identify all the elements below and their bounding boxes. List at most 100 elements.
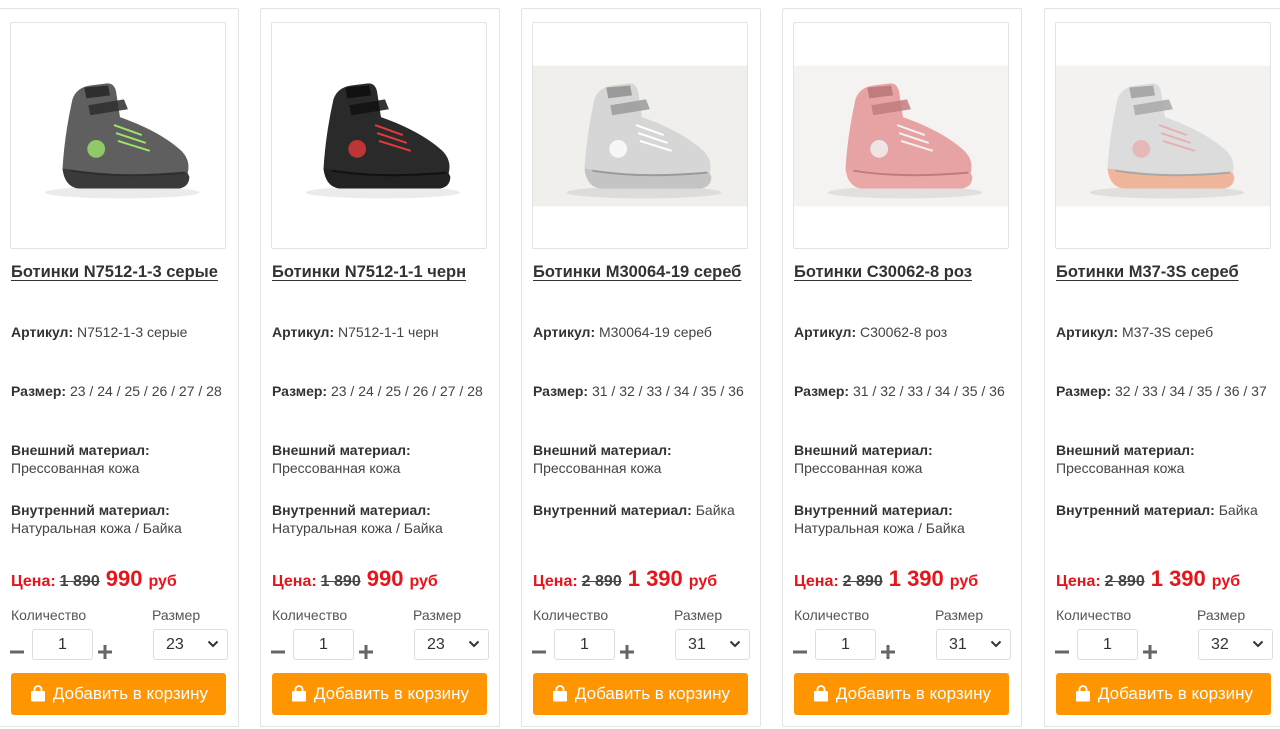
quantity-input[interactable] xyxy=(293,629,354,660)
quantity-input[interactable] xyxy=(815,629,876,660)
add-to-cart-button[interactable]: Добавить в корзину xyxy=(1056,673,1271,715)
chevron-down-icon xyxy=(468,640,480,648)
plus-icon[interactable] xyxy=(879,637,897,667)
add-to-cart-button[interactable]: Добавить в корзину xyxy=(794,673,1009,715)
new-price: 1 390 xyxy=(1150,566,1206,591)
new-price: 990 xyxy=(105,566,143,591)
size-select-value: 32 xyxy=(1211,636,1229,653)
price-label: Цена: xyxy=(1056,573,1101,590)
product-card: Ботинки N7512-1-3 серые Артикул: N7512-1… xyxy=(0,8,239,727)
shopping-bag-icon xyxy=(30,685,45,702)
add-to-cart-button[interactable]: Добавить в корзину xyxy=(533,673,748,715)
currency: руб xyxy=(409,573,438,590)
new-price: 990 xyxy=(366,566,404,591)
price: Цена: 1 890 990 руб xyxy=(272,566,438,592)
inner-material: Внутренний материал: Байка xyxy=(1056,502,1258,518)
sizes: Размер: 23 / 24 / 25 / 26 / 27 / 28 xyxy=(272,383,483,399)
plus-icon[interactable] xyxy=(618,637,636,667)
article: Артикул: N7512-1-3 серые xyxy=(11,324,188,340)
size-select-value: 23 xyxy=(427,636,445,653)
plus-icon[interactable] xyxy=(96,637,114,667)
add-to-cart-label: Добавить в корзину xyxy=(574,684,731,703)
size-select-label: Размер xyxy=(935,607,984,623)
sizes: Размер: 31 / 32 / 33 / 34 / 35 / 36 xyxy=(794,383,1005,399)
currency: руб xyxy=(949,573,979,590)
currency: руб xyxy=(688,573,718,590)
add-to-cart-label: Добавить в корзину xyxy=(313,684,470,703)
product-photo xyxy=(794,65,1008,206)
product-image[interactable] xyxy=(10,22,226,249)
plus-icon[interactable] xyxy=(1141,637,1159,667)
add-to-cart-label: Добавить в корзину xyxy=(835,684,992,703)
size-select[interactable]: 23 xyxy=(153,629,228,660)
size-select[interactable]: 23 xyxy=(414,629,489,660)
shopping-bag-icon xyxy=(813,685,828,702)
size-select-label: Размер xyxy=(1197,607,1246,623)
minus-icon[interactable] xyxy=(530,637,548,667)
product-photo xyxy=(1056,65,1270,206)
shopping-bag-icon xyxy=(552,685,567,702)
price-label: Цена: xyxy=(533,573,578,590)
plus-icon[interactable] xyxy=(357,637,375,667)
product-image[interactable] xyxy=(793,22,1009,249)
quantity-input[interactable] xyxy=(32,629,93,660)
size-select[interactable]: 31 xyxy=(936,629,1011,660)
inner-material: Внутренний материал: Натуральная кожа / Б… xyxy=(11,502,182,536)
size-select[interactable]: 32 xyxy=(1198,629,1273,660)
product-image[interactable] xyxy=(532,22,748,249)
shopping-bag-icon xyxy=(291,685,306,702)
new-price: 1 390 xyxy=(627,566,683,591)
article: Артикул: M30064-19 сереб xyxy=(533,324,712,340)
product-title-link[interactable]: Ботинки N7512-1-3 серые xyxy=(11,260,233,284)
old-price: 1 890 xyxy=(320,573,361,590)
size-select-label: Размер xyxy=(413,607,462,623)
old-price: 2 890 xyxy=(581,573,622,590)
size-select-value: 31 xyxy=(688,636,706,653)
outer-material: Внешний материал: Прессованная кожа xyxy=(272,442,411,476)
chevron-down-icon xyxy=(729,640,741,648)
product-image[interactable] xyxy=(271,22,487,249)
minus-icon[interactable] xyxy=(791,637,809,667)
quantity-label: Количество xyxy=(272,607,348,623)
minus-icon[interactable] xyxy=(8,637,26,667)
price: Цена: 1 890 990 руб xyxy=(11,566,177,592)
product-title-link[interactable]: Ботинки N7512-1-1 черн xyxy=(272,260,494,284)
outer-material: Внешний материал: Прессованная кожа xyxy=(1056,442,1195,476)
inner-material: Внутренний материал: Натуральная кожа / Б… xyxy=(272,502,443,536)
inner-material: Внутренний материал: Натуральная кожа / Б… xyxy=(794,502,965,536)
size-select[interactable]: 31 xyxy=(675,629,750,660)
size-select-value: 31 xyxy=(949,636,967,653)
outer-material: Внешний материал: Прессованная кожа xyxy=(794,442,933,476)
size-select-value: 23 xyxy=(166,636,184,653)
product-title-link[interactable]: Ботинки M37-3S сереб xyxy=(1056,260,1278,284)
quantity-label: Количество xyxy=(533,607,609,623)
size-select-label: Размер xyxy=(674,607,723,623)
price: Цена: 2 890 1 390 руб xyxy=(794,566,978,592)
product-card: Ботинки M37-3S сереб Артикул: M37-3S сер… xyxy=(1044,8,1280,727)
chevron-down-icon xyxy=(207,640,219,648)
old-price: 2 890 xyxy=(842,573,883,590)
article: Артикул: M37-3S сереб xyxy=(1056,324,1214,340)
currency: руб xyxy=(148,573,177,590)
quantity-label: Количество xyxy=(11,607,87,623)
sizes: Размер: 32 / 33 / 34 / 35 / 36 / 37 xyxy=(1056,383,1267,399)
minus-icon[interactable] xyxy=(269,637,287,667)
product-image[interactable] xyxy=(1055,22,1271,249)
product-photo xyxy=(272,65,486,206)
product-title-link[interactable]: Ботинки M30064-19 сереб xyxy=(533,260,755,284)
product-photo xyxy=(533,65,747,206)
product-title-link[interactable]: Ботинки C30062-8 роз xyxy=(794,260,1016,284)
add-to-cart-label: Добавить в корзину xyxy=(1097,684,1254,703)
quantity-input[interactable] xyxy=(554,629,615,660)
quantity-label: Количество xyxy=(794,607,870,623)
quantity-label: Количество xyxy=(1056,607,1132,623)
add-to-cart-button[interactable]: Добавить в корзину xyxy=(11,673,226,715)
sizes: Размер: 31 / 32 / 33 / 34 / 35 / 36 xyxy=(533,383,744,399)
outer-material: Внешний материал: Прессованная кожа xyxy=(533,442,672,476)
size-select-label: Размер xyxy=(152,607,201,623)
quantity-input[interactable] xyxy=(1077,629,1138,660)
add-to-cart-button[interactable]: Добавить в корзину xyxy=(272,673,487,715)
article: Артикул: N7512-1-1 черн xyxy=(272,324,439,340)
price-label: Цена: xyxy=(272,573,317,590)
minus-icon[interactable] xyxy=(1053,637,1071,667)
